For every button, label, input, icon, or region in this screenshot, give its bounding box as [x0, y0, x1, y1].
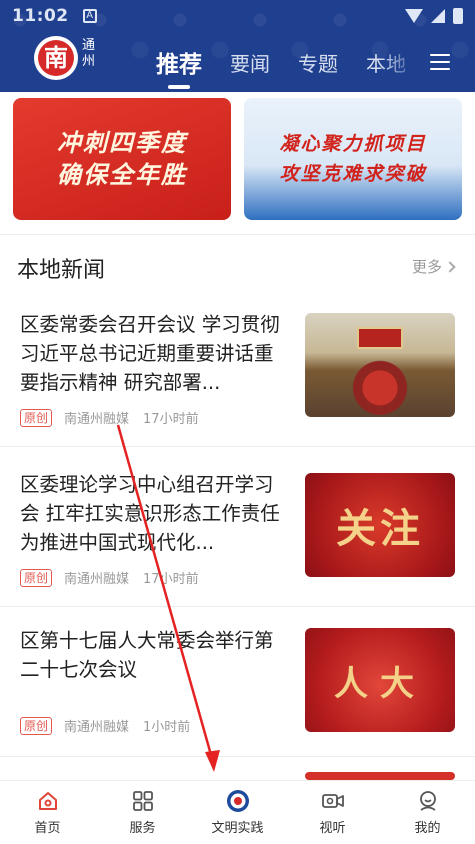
nav-service[interactable]: 服务	[95, 781, 190, 844]
news-time: 17小时前	[143, 572, 199, 587]
news-title: 区委常委会召开会议 学习贯彻习近平总书记近期重要讲话重要指示精神 研究部署...	[20, 313, 280, 394]
news-title: 区委理论学习中心组召开学习会 扛牢扛实意识形态工作责任 为推进中国式现代化...	[20, 473, 280, 554]
notification-icon: A	[82, 9, 97, 23]
menu-icon[interactable]	[430, 54, 450, 70]
news-meta: 原创 南通州融媒 17小时前	[20, 568, 199, 587]
emblem-icon	[226, 790, 249, 812]
news-thumbnail: 关注	[305, 473, 455, 577]
banner-line: 凝心聚力抓项目	[279, 133, 427, 155]
more-label: 更多	[412, 258, 443, 276]
logo-mark: 南	[38, 40, 74, 76]
video-icon	[321, 794, 344, 808]
original-badge: 原创	[20, 408, 53, 427]
nav-label: 文明实践	[211, 821, 264, 836]
divider	[0, 446, 475, 447]
more-link[interactable]: 更多	[412, 256, 456, 277]
status-icons	[405, 8, 463, 24]
news-time: 17小时前	[143, 412, 199, 427]
nav-civilization[interactable]: 文明实践	[190, 781, 285, 844]
news-item[interactable]: 区委理论学习中心组召开学习会 扛牢扛实意识形态工作责任 为推进中国式现代化...…	[0, 460, 475, 606]
news-thumbnail-peek	[305, 772, 455, 780]
signal-icon	[431, 9, 445, 23]
app-header: 11:02 A 南 通州 推荐 要闻 专题 本地	[0, 0, 475, 92]
banner-line: 攻坚克难求突破	[279, 163, 427, 185]
original-badge: 原创	[20, 716, 53, 735]
battery-icon	[453, 8, 463, 24]
news-item[interactable]: 区委常委会召开会议 学习贯彻习近平总书记近期重要讲话重要指示精神 研究部署...…	[0, 300, 475, 446]
divider	[0, 606, 475, 607]
news-time: 1小时前	[143, 720, 191, 735]
news-title: 区第十七届人大常委会举行第二十七次会议	[20, 629, 274, 681]
nav-label: 视听	[319, 821, 346, 836]
meeting-screen	[357, 327, 403, 349]
tab-headlines[interactable]: 要闻	[230, 48, 270, 77]
divider	[0, 234, 475, 235]
tabs-fade	[380, 36, 420, 86]
nav-home[interactable]: 首页	[0, 781, 95, 844]
news-meta: 原创 南通州融媒 17小时前	[20, 408, 199, 427]
wifi-icon	[405, 9, 423, 23]
status-time: 11:02	[12, 6, 69, 26]
app-logo[interactable]: 南 通州	[34, 36, 100, 88]
bottom-nav: 首页 服务 文明实践 视听 我的	[0, 780, 475, 844]
profile-icon	[419, 791, 436, 811]
tab-recommend[interactable]: 推荐	[156, 45, 202, 79]
banner-projects[interactable]: 凝心聚力抓项目 攻坚克难求突破	[244, 98, 462, 220]
banner-line: 确保全年胜	[57, 160, 187, 189]
grid-icon	[132, 791, 153, 811]
news-thumbnail	[305, 313, 455, 417]
divider	[0, 756, 475, 757]
original-badge: 原创	[20, 568, 53, 587]
banner-sprint[interactable]: 冲刺四季度 确保全年胜	[13, 98, 231, 220]
banner-row: 冲刺四季度 确保全年胜 凝心聚力抓项目 攻坚克难求突破	[0, 92, 475, 234]
chevron-right-icon	[444, 260, 456, 273]
section-title: 本地新闻	[17, 258, 106, 283]
nav-label: 我的	[414, 821, 441, 836]
news-source: 南通州融媒	[64, 412, 130, 427]
news-item[interactable]: 区第十七届人大常委会举行第二十七次会议 原创 南通州融媒 1小时前 人大	[0, 620, 475, 760]
nav-label: 服务	[129, 821, 156, 836]
status-bar: 11:02 A	[0, 0, 475, 32]
tab-topics[interactable]: 专题	[298, 48, 338, 77]
nav-label: 首页	[34, 821, 61, 836]
logo-subtitle: 通州	[82, 38, 96, 69]
news-source: 南通州融媒	[64, 720, 130, 735]
nav-profile[interactable]: 我的	[380, 781, 475, 844]
news-thumbnail: 人大	[305, 628, 455, 732]
news-source: 南通州融媒	[64, 572, 130, 587]
news-meta: 原创 南通州融媒 1小时前	[20, 716, 190, 735]
nav-media[interactable]: 视听	[285, 781, 380, 844]
banner-line: 冲刺四季度	[57, 128, 187, 157]
home-icon	[38, 792, 57, 810]
